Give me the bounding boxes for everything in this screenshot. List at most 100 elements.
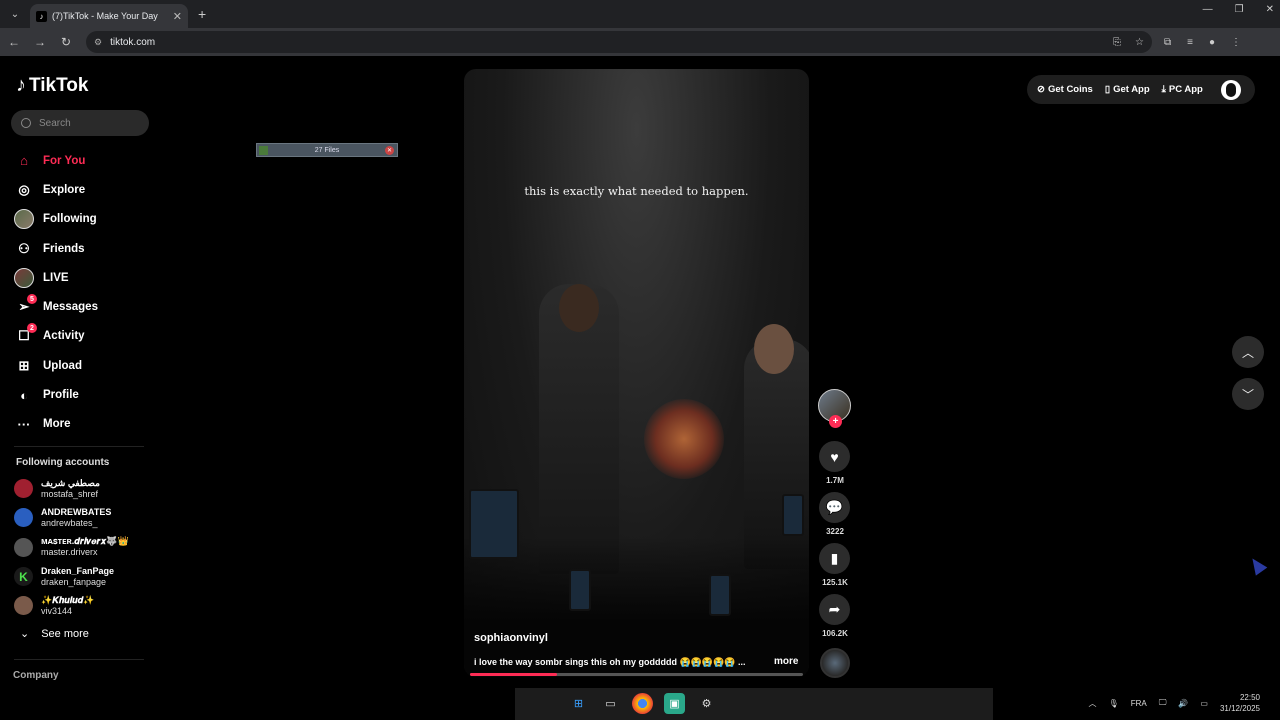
sidebar-item-profile[interactable]: ◐ Profile (14, 380, 154, 409)
sidebar-item-label: More (43, 418, 71, 431)
sidebar-item-for-you[interactable]: ⌂ For You (14, 146, 154, 175)
browser-menu-icon[interactable]: ⋮ (1231, 37, 1241, 48)
forward-icon[interactable]: → (28, 35, 52, 49)
system-tray: ︿ 🎙 FRA 🖵 🔊 ▭ 22:50 31/12/2025 (1089, 692, 1260, 714)
sidebar-item-label: Explore (43, 183, 86, 196)
reload-icon[interactable]: ↻ (54, 35, 78, 49)
network-icon[interactable]: 🖵 (1159, 698, 1167, 708)
battery-icon[interactable]: ▭ (1200, 699, 1208, 708)
search-input[interactable]: Search (11, 110, 149, 136)
restore-button[interactable]: ❐ (1235, 4, 1244, 15)
account-name: ✨𝑲𝒉𝒖𝒍𝒖𝒅✨ (41, 594, 95, 605)
see-more-button[interactable]: ⌄ See more (20, 627, 89, 641)
video-author[interactable]: sophiaonvinyl (474, 632, 548, 644)
avatar[interactable] (1220, 79, 1241, 100)
media-control-icon[interactable]: ≡ (1187, 37, 1193, 48)
share-icon: ➦ (828, 601, 841, 617)
share-button[interactable]: ➦ (819, 594, 850, 625)
video-progress-bar[interactable] (470, 673, 803, 676)
address-bar[interactable]: ⚙ tiktok.com ⎘ ☆ (86, 31, 1152, 53)
files-widget[interactable]: 27 Files ✕ (256, 143, 398, 157)
previous-video-button[interactable]: ︿ (1232, 336, 1264, 368)
company-link[interactable]: Company (13, 670, 59, 681)
sidebar-item-more[interactable]: ··· More (14, 410, 154, 439)
download-icon: ⤓ (1161, 84, 1166, 95)
steam-icon[interactable]: ⚙ (696, 693, 717, 714)
profile-avatar-icon[interactable]: ● (1209, 37, 1215, 48)
get-app-label: Get App (1113, 84, 1150, 95)
chrome-icon[interactable] (632, 693, 653, 714)
sidebar-divider (14, 659, 144, 660)
follow-plus-icon[interactable]: + (829, 415, 842, 428)
sidebar-item-upload[interactable]: ⊞ Upload (14, 351, 154, 380)
url-text[interactable]: tiktok.com (110, 37, 1113, 48)
task-view-icon[interactable]: ▭ (600, 693, 621, 714)
coin-icon: ⊘ (1037, 84, 1045, 95)
get-coins-button[interactable]: ⊘ Get Coins (1037, 84, 1093, 95)
windows-start-icon[interactable]: ⊞ (568, 693, 589, 714)
comment-button[interactable]: 💬 (819, 492, 850, 523)
pc-app-button[interactable]: ⤓ PC App (1162, 84, 1203, 95)
account-handle: andrewbates_ (41, 517, 98, 528)
following-accounts-list: مصطفي شريف mostafa_shref ANDREWBATES andre… (14, 474, 154, 620)
browser-tab[interactable]: ♪ (7)TikTok - Make Your Day ✕ (30, 4, 188, 28)
site-info-icon[interactable]: ⚙ (94, 37, 102, 48)
upload-icon: ⊞ (18, 357, 30, 373)
search-placeholder: Search (39, 117, 71, 129)
list-item[interactable]: مصطفي شريف mostafa_shref (14, 474, 154, 503)
clock[interactable]: 22:50 31/12/2025 (1220, 692, 1260, 714)
tiktok-logo[interactable]: ♪ TikTok (16, 74, 88, 97)
list-item[interactable]: ᴍᴀꜱᴛᴇʀ.𝒅𝒓𝒊𝒗𝒆𝒓𝒙🐺👑 master.driverx (14, 533, 154, 562)
like-button[interactable]: ♥ (819, 441, 850, 472)
sidebar-item-label: Activity (43, 330, 85, 343)
tiktok-note-icon: ♪ (16, 74, 26, 96)
comment-count: 3222 (826, 527, 844, 536)
comment-icon: 💬 (825, 499, 844, 515)
video-description: i love the way sombr sings this oh my go… (474, 657, 746, 667)
more-button[interactable]: more (774, 656, 798, 667)
close-window-button[interactable]: ✕ (1266, 4, 1274, 15)
music-disc[interactable] (820, 648, 850, 678)
sidebar-item-label: Messages (43, 301, 98, 314)
sidebar-item-messages[interactable]: ➢ 5 Messages (14, 292, 154, 321)
sidebar-item-label: Upload (43, 359, 82, 372)
microphone-icon[interactable]: 🎙 (1109, 699, 1119, 708)
more-icon: ··· (17, 416, 31, 432)
chevron-down-icon: ⌄ (20, 628, 30, 640)
list-item[interactable]: ANDREWBATES andrewbates_ (14, 503, 154, 532)
next-video-button[interactable]: ﹀ (1232, 378, 1264, 410)
account-handle: draken_fanpage (41, 576, 107, 587)
volume-icon[interactable]: 🔊 (1178, 699, 1188, 708)
language-indicator[interactable]: FRA (1131, 699, 1147, 708)
list-item[interactable]: K Draken_FanPage draken_fanpage (14, 562, 154, 591)
avatar (14, 596, 33, 616)
install-app-icon[interactable]: ⎘ (1113, 37, 1121, 48)
sidebar-item-explore[interactable]: ◎ Explore (14, 175, 154, 204)
back-icon[interactable]: ← (2, 35, 26, 49)
chevron-down-icon: ﹀ (1241, 387, 1254, 402)
sidebar-item-live[interactable]: LIVE (14, 263, 154, 292)
bookmark-icon: ▮ (830, 550, 839, 566)
sidebar-item-friends[interactable]: ⚇ Friends (14, 234, 154, 263)
app-icon[interactable]: ▣ (664, 693, 685, 714)
sidebar-item-following[interactable]: Following (14, 205, 154, 234)
phone-in-crowd (709, 574, 731, 616)
save-button[interactable]: ▮ (819, 543, 850, 574)
files-close-icon[interactable]: ✕ (385, 146, 394, 155)
video-player[interactable]: this is exactly what needed to happen. s… (464, 69, 809, 677)
avatar: K (14, 567, 33, 587)
tiktok-favicon-icon: ♪ (36, 10, 47, 22)
creator-avatar[interactable]: + (818, 389, 851, 428)
bookmark-star-icon[interactable]: ☆ (1135, 37, 1144, 48)
sidebar-item-activity[interactable]: ☐ 2 Activity (14, 322, 154, 351)
minimize-button[interactable]: — (1203, 4, 1213, 15)
get-app-button[interactable]: ▯ Get App (1105, 84, 1150, 95)
extensions-icon[interactable]: ⧉ (1164, 37, 1171, 48)
get-coins-label: Get Coins (1047, 84, 1093, 95)
tab-search-icon[interactable]: ⌄ (4, 3, 26, 25)
new-tab-button[interactable]: + (198, 6, 206, 22)
tab-close-icon[interactable]: ✕ (173, 10, 182, 23)
list-item[interactable]: ✨𝑲𝒉𝒖𝒍𝒖𝒅✨ viv3144 (14, 591, 154, 620)
account-handle: viv3144 (41, 605, 73, 616)
tray-overflow-icon[interactable]: ︿ (1089, 698, 1097, 709)
